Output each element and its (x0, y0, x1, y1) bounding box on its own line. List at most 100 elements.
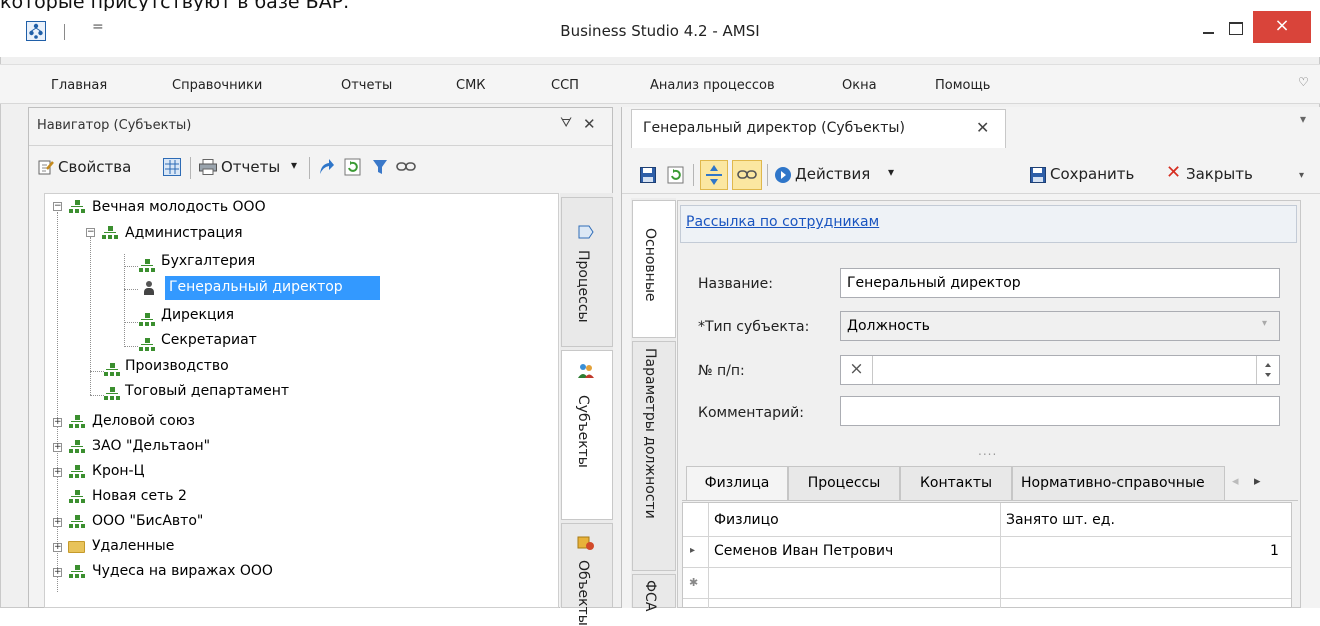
toolbar-overflow-icon[interactable]: ▾ (1299, 170, 1304, 181)
tree-line (124, 346, 138, 347)
clear-number-icon[interactable]: × (841, 356, 873, 384)
tree-node-secretariat[interactable]: Секретариат (161, 330, 257, 352)
org-structure-icon (104, 363, 120, 377)
menu-help[interactable]: Помощь (935, 78, 990, 93)
type-dropdown-icon[interactable]: ▾ (1262, 318, 1267, 329)
link-toggle[interactable] (732, 160, 762, 190)
tree-node-kron[interactable]: Крон-Ц (92, 461, 144, 483)
close-x-icon[interactable]: ✕ (1166, 162, 1181, 183)
org-structure-icon (139, 313, 155, 327)
mailing-link[interactable]: Рассылка по сотрудникам (686, 214, 879, 230)
refresh-icon[interactable] (667, 166, 684, 184)
tree-line (57, 212, 58, 592)
save-icon[interactable] (1030, 167, 1046, 183)
tree-node-trade-department[interactable]: Тоговый департамент (125, 381, 289, 403)
window-close-button[interactable]: × (1253, 11, 1311, 43)
menu-reports[interactable]: Отчеты (341, 78, 392, 93)
reports-dropdown-icon[interactable]: ▾ (291, 158, 297, 172)
tree-collapse-toggle[interactable]: − (86, 228, 95, 237)
grid-line (1000, 503, 1001, 608)
tree-node-production[interactable]: Производство (125, 356, 229, 378)
tree-expand-toggle[interactable]: + (53, 568, 62, 577)
navigator-close-icon[interactable]: ✕ (583, 115, 596, 133)
maximize-button[interactable] (1222, 14, 1248, 40)
objects-icon (577, 535, 594, 551)
navigate-arrow-icon[interactable] (317, 158, 334, 174)
tree-expand-toggle[interactable]: + (53, 443, 62, 452)
menu-home[interactable]: Главная (51, 78, 107, 93)
expand-collapse-toggle[interactable] (700, 160, 728, 190)
org-structure-icon (69, 200, 85, 214)
close-document-button[interactable]: Закрыть (1186, 165, 1253, 183)
minimize-button[interactable] (1196, 14, 1222, 40)
number-stepper[interactable] (840, 355, 1280, 385)
tree-node-general-director[interactable]: Генеральный директор (169, 277, 343, 299)
column-header-units[interactable]: Занято шт. ед. (1006, 512, 1115, 528)
type-label: *Тип субъекта: (698, 319, 810, 335)
filter-icon[interactable] (372, 159, 388, 175)
comment-label: Комментарий: (698, 405, 804, 421)
tree-node-bisavto[interactable]: ООО "БисАвто" (92, 511, 203, 533)
tree-expand-toggle[interactable]: + (53, 468, 62, 477)
tree-node-accounting[interactable]: Бухгалтерия (161, 251, 255, 273)
refresh-icon[interactable] (344, 158, 361, 176)
cell-units[interactable]: 1 (1270, 543, 1279, 559)
cell-person[interactable]: Семенов Иван Петрович (714, 543, 893, 559)
tree-node-business-union[interactable]: Деловой союз (92, 411, 195, 433)
printer-icon[interactable] (199, 159, 217, 175)
tree-expand-toggle[interactable]: + (53, 543, 62, 552)
type-select[interactable]: Должность (840, 311, 1280, 341)
subtab-scroll-left-icon[interactable]: ◂ (1232, 474, 1239, 489)
number-spin-buttons[interactable] (1256, 356, 1279, 384)
org-structure-icon (69, 515, 85, 529)
tree-line (124, 289, 138, 290)
splitter-grip[interactable]: .... (978, 444, 997, 458)
column-header-person[interactable]: Физлицо (714, 512, 779, 528)
tree-expand-toggle[interactable]: + (53, 418, 62, 427)
properties-button[interactable]: Свойства (58, 158, 131, 176)
pin-icon[interactable]: ᗊ (560, 116, 572, 131)
folder-icon (68, 541, 85, 553)
tree-collapse-toggle[interactable]: − (53, 202, 62, 211)
menu-directories[interactable]: Справочники (172, 78, 262, 93)
name-field[interactable]: Генеральный директор (840, 268, 1280, 298)
actions-icon[interactable] (774, 166, 792, 184)
menu-process-analysis[interactable]: Анализ процессов (650, 78, 775, 93)
document-tab-close-icon[interactable]: ✕ (976, 118, 989, 137)
menu-bsc[interactable]: ССП (551, 78, 579, 93)
ribbon-collapse-icon[interactable]: ♡ (1298, 75, 1309, 89)
subtab-processes[interactable]: Процессы (788, 466, 900, 501)
tree-node-root[interactable]: Вечная молодость ООО (92, 197, 266, 219)
org-structure-icon (139, 338, 155, 352)
save-button[interactable]: Сохранить (1050, 165, 1134, 183)
tree-node-administration[interactable]: Администрация (125, 223, 243, 245)
properties-icon[interactable] (38, 159, 54, 175)
process-icon (578, 225, 594, 241)
tree-node-directorate[interactable]: Дирекция (161, 305, 234, 327)
grid-line (683, 567, 1291, 568)
comment-field[interactable] (840, 396, 1280, 426)
save-icon[interactable] (640, 167, 656, 183)
tree-expand-toggle[interactable]: + (53, 518, 62, 527)
actions-button[interactable]: Действия (795, 165, 870, 183)
tree-node-chudesa[interactable]: Чудеса на виражах ООО (92, 561, 273, 583)
menu-qms[interactable]: СМК (456, 78, 486, 93)
tree-node-deltaon[interactable]: ЗАО "Дельтаон" (92, 436, 210, 458)
subtab-contacts[interactable]: Контакты (900, 466, 1012, 501)
actions-dropdown-icon[interactable]: ▾ (888, 165, 894, 179)
grid-view-icon[interactable] (163, 158, 181, 176)
navigator-title: Навигатор (Субъекты) (37, 118, 192, 133)
document-list-dropdown-icon[interactable]: ▾ (1300, 112, 1306, 126)
subtab-scroll-right-icon[interactable]: ▸ (1254, 474, 1261, 489)
reports-button[interactable]: Отчеты (221, 158, 280, 176)
link-icon[interactable] (396, 160, 416, 176)
tab-position-params-label: Параметры должности (642, 348, 658, 519)
tree-node-deleted[interactable]: Удаленные (92, 536, 174, 558)
subtab-regulatory[interactable]: Нормативно-справочные (1012, 466, 1225, 501)
tree-line (90, 371, 104, 372)
subtab-persons[interactable]: Физлица (686, 466, 788, 501)
menu-windows[interactable]: Окна (842, 78, 877, 93)
toolbar-separator (693, 164, 694, 186)
tree-node-new-net[interactable]: Новая сеть 2 (92, 486, 187, 508)
org-structure-icon (69, 565, 85, 579)
